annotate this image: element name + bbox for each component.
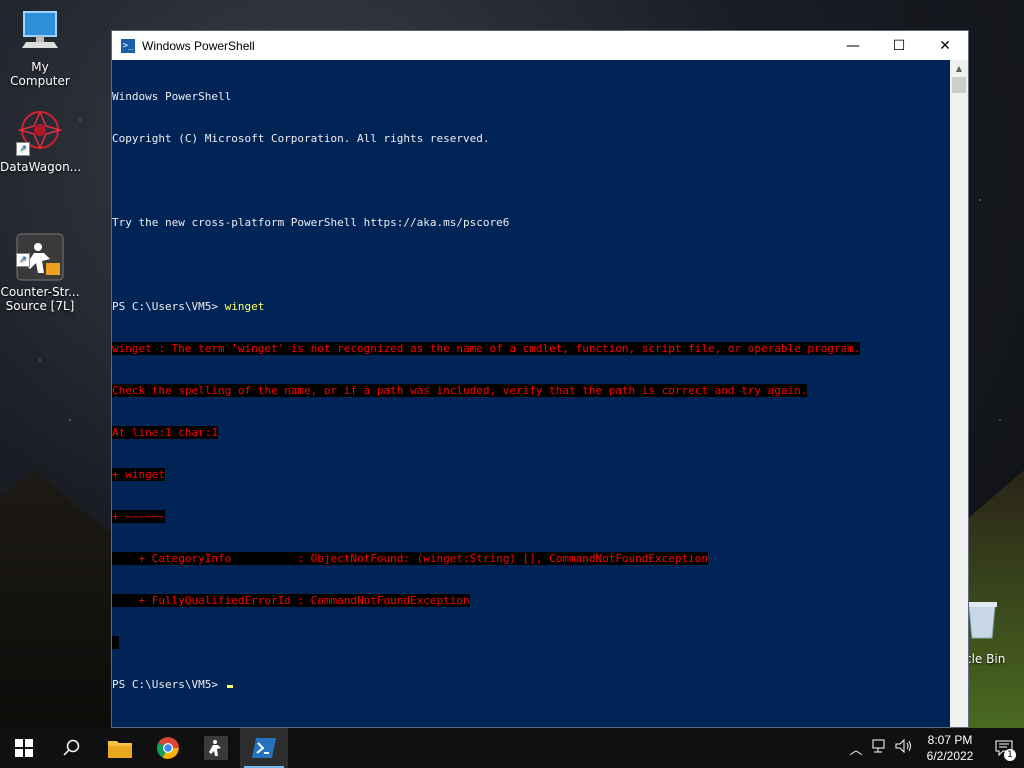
error-line: Check the spelling of the name, or if a …: [112, 384, 950, 398]
powershell-icon: [252, 738, 276, 758]
counter-strike-icon: ↗: [16, 219, 64, 281]
error-line: + winget: [112, 468, 950, 482]
powershell-taskbar-button[interactable]: [240, 728, 288, 768]
shortcut-arrow-icon: ↗: [16, 142, 30, 156]
desktop-icon-label: Counter-Str... Source [7L]: [0, 285, 80, 313]
prompt-line: PS C:\Users\VM5> winget: [112, 300, 950, 314]
desktop-icon-counter-strike[interactable]: ↗ Counter-Str... Source [7L]: [0, 205, 80, 327]
console-line: Copyright (C) Microsoft Corporation. All…: [112, 132, 490, 145]
window-title: Windows PowerShell: [142, 38, 255, 53]
error-text: + CategoryInfo : ObjectNotFound: (winget…: [112, 552, 709, 565]
taskbar-clock[interactable]: 8:07 PM 6/2/2022: [916, 732, 984, 764]
prompt: PS C:\Users\VM5>: [112, 300, 225, 313]
shortcut-arrow-icon: ↗: [16, 253, 30, 267]
start-button[interactable]: [0, 728, 48, 768]
console-output[interactable]: Windows PowerShell Copyright (C) Microso…: [112, 60, 950, 727]
clock-time: 8:07 PM: [927, 733, 973, 747]
desktop-icon-label: cle Bin: [965, 652, 1006, 666]
error-text: [112, 636, 119, 649]
desktop-icon-label: My Computer: [10, 60, 70, 88]
chevron-up-icon[interactable]: ︿: [844, 739, 868, 758]
volume-icon[interactable]: [892, 738, 916, 757]
error-line: winget : The term 'winget' is not recogn…: [112, 342, 950, 356]
desktop-icon-my-computer[interactable]: My Computer: [0, 8, 80, 88]
error-text: winget : The term 'winget' is not recogn…: [112, 342, 861, 355]
error-text: + ~~~~~~: [112, 510, 165, 523]
error-text: + winget: [112, 468, 165, 481]
console-line: Try the new cross-platform PowerShell ht…: [112, 216, 510, 229]
powershell-window[interactable]: >_ Windows PowerShell — ☐ ✕ Windows Powe…: [111, 30, 969, 728]
console-line: Windows PowerShell: [112, 90, 232, 103]
desktop-icon-datawagon[interactable]: ↗ DataWagon...: [0, 108, 82, 174]
error-text: Check the spelling of the name, or if a …: [112, 384, 808, 397]
scroll-thumb[interactable]: [952, 77, 966, 93]
error-text: + FullyQualifiedErrorId : CommandNotFoun…: [112, 594, 470, 607]
taskbar: ︿ 8:07 PM 6/2/2022 1: [0, 728, 1024, 768]
search-icon: [63, 739, 80, 756]
vertical-scrollbar[interactable]: ▲: [950, 60, 968, 727]
file-explorer-button[interactable]: [96, 728, 144, 768]
error-line: + ~~~~~~: [112, 510, 950, 524]
minimize-button[interactable]: —: [830, 31, 876, 60]
chrome-button[interactable]: [144, 728, 192, 768]
computer-icon: [16, 8, 64, 56]
action-center-button[interactable]: 1: [984, 728, 1024, 768]
chrome-icon: [157, 737, 179, 759]
command-text: winget: [224, 300, 265, 313]
counter-strike-icon: [204, 736, 228, 760]
maximize-button[interactable]: ☐: [876, 31, 922, 60]
recycle-bin-icon: [967, 600, 997, 640]
desktop-icon-label: DataWagon...: [0, 160, 82, 174]
notification-count-badge: 1: [1004, 749, 1016, 761]
datawagon-icon: ↗: [16, 108, 64, 156]
powershell-icon: >_: [121, 38, 135, 53]
title-bar[interactable]: >_ Windows PowerShell — ☐ ✕: [112, 31, 968, 60]
error-line: At line:1 char:1: [112, 426, 950, 440]
windows-logo-icon: [15, 739, 33, 757]
clock-date: 6/2/2022: [926, 749, 974, 763]
error-line: [112, 636, 950, 650]
search-button[interactable]: [48, 728, 96, 768]
error-line: + FullyQualifiedErrorId : CommandNotFoun…: [112, 594, 950, 608]
text-cursor: [226, 685, 233, 688]
error-line: + CategoryInfo : ObjectNotFound: (winget…: [112, 552, 950, 566]
folder-icon: [108, 741, 132, 758]
error-text: At line:1 char:1: [112, 426, 218, 439]
close-button[interactable]: ✕: [922, 31, 968, 60]
prompt-line[interactable]: PS C:\Users\VM5>: [112, 678, 950, 692]
counter-strike-taskbar-button[interactable]: [192, 728, 240, 768]
prompt: PS C:\Users\VM5>: [112, 678, 225, 691]
network-icon[interactable]: [868, 739, 892, 757]
scroll-up-arrow-icon[interactable]: ▲: [950, 60, 968, 77]
system-tray: ︿ 8:07 PM 6/2/2022 1: [844, 728, 1024, 768]
desktop-icon-recycle-bin[interactable]: cle Bin: [965, 600, 1024, 666]
